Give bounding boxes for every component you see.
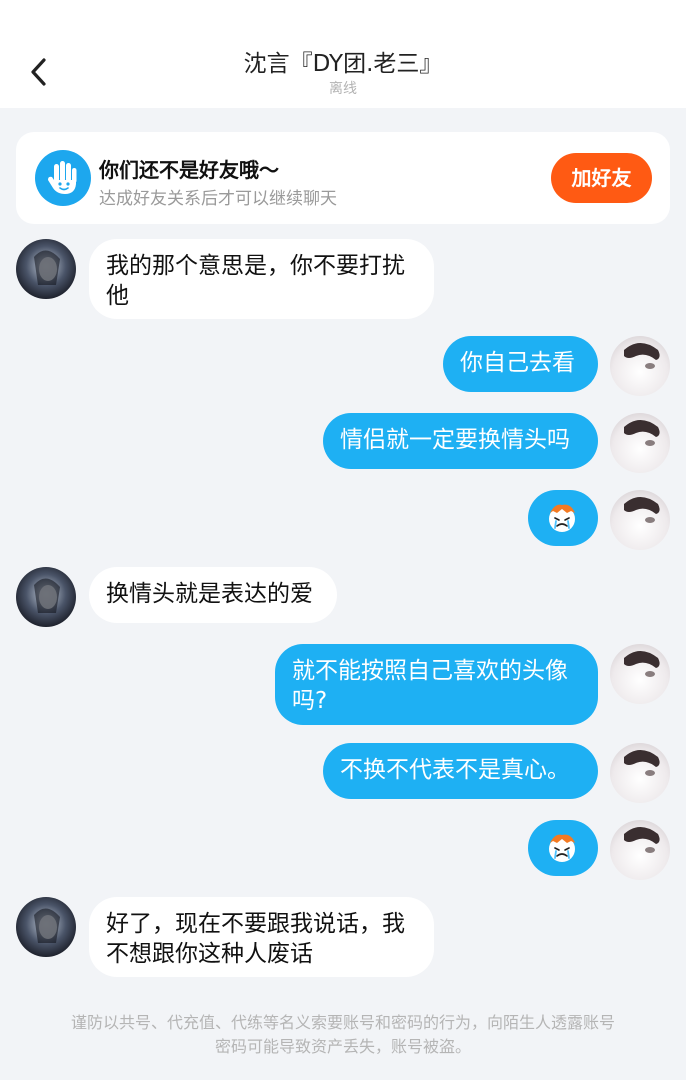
chat-header: 沈言『DY团.老三』 离线 — [0, 0, 686, 108]
not-friends-banner: 你们还不是好友哦～ 达成好友关系后才可以继续聊天 加好友 — [16, 132, 670, 224]
message-text: 好了，现在不要跟我说话，我 — [106, 911, 405, 937]
message-bubble-outgoing[interactable]: 不换不代表不是真心。 — [323, 743, 598, 799]
online-status: 离线 — [329, 81, 357, 97]
message-bubble-incoming[interactable]: 换情头就是表达的爱 — [89, 567, 337, 623]
message-text: 我的那个意思是，你不要打扰 — [106, 253, 405, 279]
message-text: 不想跟你这种人废话 — [106, 941, 313, 967]
message-text: 就不能按照自己喜欢的头像 — [292, 658, 568, 684]
message-text: 吗? — [292, 688, 328, 714]
message-bubble-outgoing[interactable]: 你自己去看 — [443, 336, 598, 392]
notice-line: 密码可能导致资产丢失，账号被盗。 — [214, 1037, 471, 1056]
message-bubble-outgoing[interactable]: 情侣就一定要换情头吗 — [323, 413, 598, 469]
contact-avatar[interactable] — [16, 567, 76, 627]
sticker-message-outgoing[interactable] — [528, 820, 598, 876]
notice-line: 谨防以共号、代充值、代练等名义索要账号和密码的行为，向陌生人透露账号 — [70, 1013, 615, 1032]
crying-face-sticker-icon — [549, 834, 575, 862]
my-avatar[interactable] — [610, 644, 670, 704]
wave-hand-icon — [35, 150, 91, 206]
message-text: 情侣就一定要换情头吗 — [340, 427, 570, 453]
message-text: 你自己去看 — [460, 350, 575, 376]
message-text: 他 — [106, 283, 129, 309]
message-bubble-outgoing[interactable]: 就不能按照自己喜欢的头像 吗? — [275, 644, 598, 725]
message-bubble-incoming[interactable]: 我的那个意思是，你不要打扰 他 — [89, 239, 434, 319]
my-avatar[interactable] — [610, 820, 670, 880]
chat-title[interactable]: 沈言『DY团.老三』 — [0, 44, 686, 78]
crying-face-sticker-icon — [549, 504, 575, 532]
banner-subtitle: 达成好友关系后才可以继续聊天 — [99, 189, 337, 209]
message-bubble-incoming[interactable]: 好了，现在不要跟我说话，我 不想跟你这种人废话 — [89, 897, 434, 977]
message-text: 不换不代表不是真心。 — [340, 757, 570, 783]
my-avatar[interactable] — [610, 743, 670, 803]
sticker-message-outgoing[interactable] — [528, 490, 598, 546]
my-avatar[interactable] — [610, 336, 670, 396]
my-avatar[interactable] — [610, 413, 670, 473]
banner-title: 你们还不是好友哦～ — [99, 158, 279, 182]
add-friend-button[interactable]: 加好友 — [551, 153, 652, 203]
safety-notice: 谨防以共号、代充值、代练等名义索要账号和密码的行为，向陌生人透露账号 密码可能导… — [30, 1011, 656, 1059]
my-avatar[interactable] — [610, 490, 670, 550]
contact-avatar[interactable] — [16, 239, 76, 299]
message-text: 换情头就是表达的爱 — [106, 581, 313, 607]
contact-avatar[interactable] — [16, 897, 76, 957]
